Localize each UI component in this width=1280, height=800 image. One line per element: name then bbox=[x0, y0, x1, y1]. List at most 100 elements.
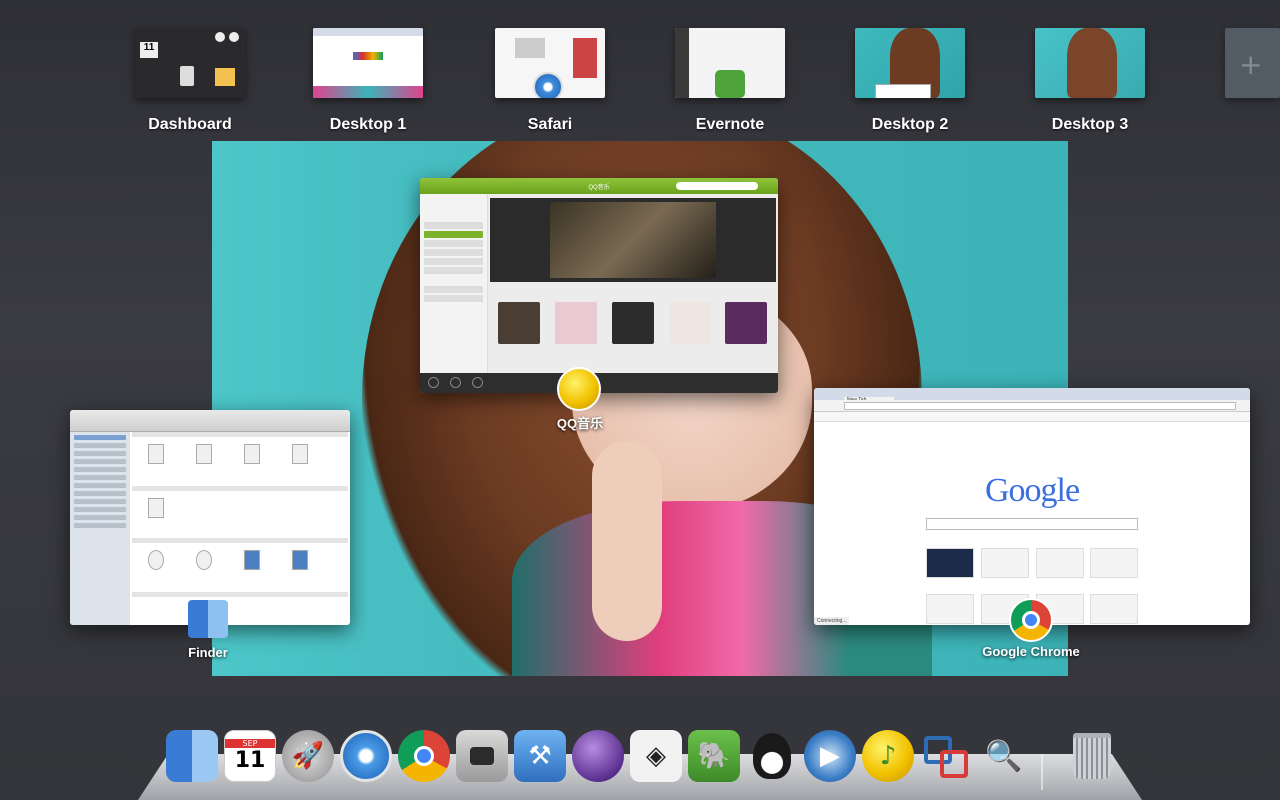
document-icon[interactable] bbox=[244, 444, 260, 464]
most-visited-tile[interactable] bbox=[981, 548, 1029, 578]
qq-icon[interactable] bbox=[746, 730, 798, 782]
qq-sidebar-item[interactable] bbox=[424, 240, 483, 247]
chrome-window[interactable]: New Tab Google Connecting... bbox=[814, 388, 1250, 625]
finder-sidebar-item[interactable] bbox=[74, 435, 126, 440]
dragged-window-thumb[interactable] bbox=[875, 84, 931, 98]
preview-icon[interactable]: 🔍 bbox=[978, 730, 1030, 782]
finder-sidebar-item[interactable] bbox=[74, 491, 126, 496]
image-file-icon[interactable] bbox=[244, 550, 260, 570]
previous-icon[interactable] bbox=[428, 377, 439, 388]
desktop-1-thumbnail[interactable] bbox=[313, 28, 423, 98]
finder-window[interactable] bbox=[70, 410, 350, 625]
qq-search-input[interactable] bbox=[676, 182, 758, 190]
chrome-address-bar[interactable] bbox=[844, 402, 1236, 410]
eclipse-icon[interactable] bbox=[572, 730, 624, 782]
space-dashboard[interactable]: 11 Dashboard bbox=[135, 28, 247, 133]
qq-banner-image[interactable] bbox=[550, 202, 716, 278]
qq-music-window[interactable]: QQ音乐 bbox=[420, 178, 778, 393]
most-visited-tile[interactable] bbox=[1090, 548, 1138, 578]
google-search-input[interactable] bbox=[926, 518, 1138, 530]
qq-sidebar-item[interactable] bbox=[424, 267, 483, 274]
facetime-icon[interactable] bbox=[456, 730, 508, 782]
finder-sidebar-item[interactable] bbox=[74, 483, 126, 488]
calendar-icon[interactable]: SEP 11 bbox=[224, 730, 276, 782]
qq-sidebar-item[interactable] bbox=[424, 295, 483, 302]
space-label: Desktop 1 bbox=[329, 116, 407, 133]
document-icon[interactable] bbox=[292, 444, 308, 464]
most-visited-tile[interactable] bbox=[1036, 548, 1084, 578]
finder-toolbar[interactable] bbox=[70, 410, 350, 432]
parallels-icon[interactable] bbox=[920, 730, 972, 782]
plus-icon: + bbox=[1239, 48, 1263, 81]
safari-thumbnail[interactable] bbox=[495, 28, 605, 98]
album-cover[interactable] bbox=[725, 302, 767, 344]
finder-sidebar-item[interactable] bbox=[74, 499, 126, 504]
most-visited-tile[interactable] bbox=[926, 548, 974, 578]
image-file-icon[interactable] bbox=[148, 550, 164, 570]
finder-sidebar-item[interactable] bbox=[74, 523, 126, 528]
qq-music-icon[interactable] bbox=[557, 367, 601, 411]
xcode-icon[interactable]: ⚒ bbox=[514, 730, 566, 782]
quicktime-icon[interactable]: ▶ bbox=[804, 730, 856, 782]
qq-titlebar[interactable]: QQ音乐 bbox=[420, 178, 778, 194]
trash-icon[interactable] bbox=[1066, 730, 1118, 782]
finder-sidebar-item[interactable] bbox=[74, 507, 126, 512]
document-icon[interactable] bbox=[196, 444, 212, 464]
most-visited-tile[interactable] bbox=[1090, 594, 1138, 624]
qq-user-area bbox=[420, 194, 487, 220]
desktop-3-thumbnail[interactable] bbox=[1035, 28, 1145, 98]
dashboard-thumbnail[interactable]: 11 bbox=[135, 28, 245, 98]
next-icon[interactable] bbox=[472, 377, 483, 388]
evernote-icon[interactable]: 🐘 bbox=[688, 730, 740, 782]
qq-sidebar-item[interactable] bbox=[424, 258, 483, 265]
space-desktop-3[interactable]: Desktop 3 bbox=[1035, 28, 1147, 133]
space-desktop-2[interactable]: Desktop 2 bbox=[855, 28, 967, 133]
add-space-button[interactable]: + bbox=[1225, 28, 1280, 98]
launchpad-icon[interactable]: 🚀 bbox=[282, 730, 334, 782]
space-desktop-1[interactable]: Desktop 1 bbox=[313, 28, 425, 133]
space-evernote[interactable]: Evernote bbox=[675, 28, 787, 133]
finder-sidebar-item[interactable] bbox=[74, 475, 126, 480]
chrome-icon[interactable] bbox=[1009, 598, 1053, 642]
album-cover[interactable] bbox=[498, 302, 540, 344]
qq-sidebar bbox=[420, 194, 488, 373]
chrome-omnibox-row bbox=[814, 400, 1250, 412]
finder-sidebar-item[interactable] bbox=[74, 515, 126, 520]
qq-sidebar-item[interactable] bbox=[424, 249, 483, 256]
album-cover[interactable] bbox=[612, 302, 654, 344]
finder-sidebar-item[interactable] bbox=[74, 443, 126, 448]
qq-sidebar-item[interactable] bbox=[424, 222, 483, 229]
space-label: Safari bbox=[527, 116, 573, 133]
finder-sidebar-item[interactable] bbox=[74, 459, 126, 464]
album-cover[interactable] bbox=[555, 302, 597, 344]
chrome-tab-bar[interactable]: New Tab bbox=[814, 388, 1250, 407]
qq-sidebar-item[interactable] bbox=[424, 286, 483, 293]
finder-icon[interactable] bbox=[188, 600, 228, 638]
chrome-status-text: Connecting... bbox=[814, 617, 850, 625]
space-label: Dashboard bbox=[148, 116, 232, 133]
most-visited-tile[interactable] bbox=[926, 594, 974, 624]
finder-sidebar-item[interactable] bbox=[74, 451, 126, 456]
finder-icon[interactable] bbox=[166, 730, 218, 782]
qq-featured-banner[interactable] bbox=[490, 198, 776, 282]
document-icon[interactable] bbox=[148, 498, 164, 518]
chrome-icon[interactable] bbox=[398, 730, 450, 782]
desktop-2-thumbnail[interactable] bbox=[855, 28, 965, 98]
unity-icon[interactable]: ◈ bbox=[630, 730, 682, 782]
evernote-thumbnail[interactable] bbox=[675, 28, 785, 98]
wallpaper-strip-thumb bbox=[313, 86, 423, 98]
safari-icon[interactable] bbox=[340, 730, 392, 782]
album-cover[interactable] bbox=[669, 302, 711, 344]
finder-sidebar-item[interactable] bbox=[74, 467, 126, 472]
page-sidebar-thumb bbox=[573, 38, 597, 78]
qq-sidebar-item[interactable] bbox=[424, 231, 483, 238]
image-file-icon[interactable] bbox=[292, 550, 308, 570]
spaces-bar: 11 Dashboard Desktop 1 Safari Evernote D… bbox=[0, 0, 1280, 140]
space-safari[interactable]: Safari bbox=[495, 28, 607, 133]
qq-music-icon[interactable]: ♪ bbox=[862, 730, 914, 782]
document-icon[interactable] bbox=[148, 444, 164, 464]
image-file-icon[interactable] bbox=[196, 550, 212, 570]
add-space-thumb[interactable]: + bbox=[1225, 28, 1280, 98]
finder-sidebar bbox=[70, 432, 130, 625]
play-icon[interactable] bbox=[450, 377, 461, 388]
